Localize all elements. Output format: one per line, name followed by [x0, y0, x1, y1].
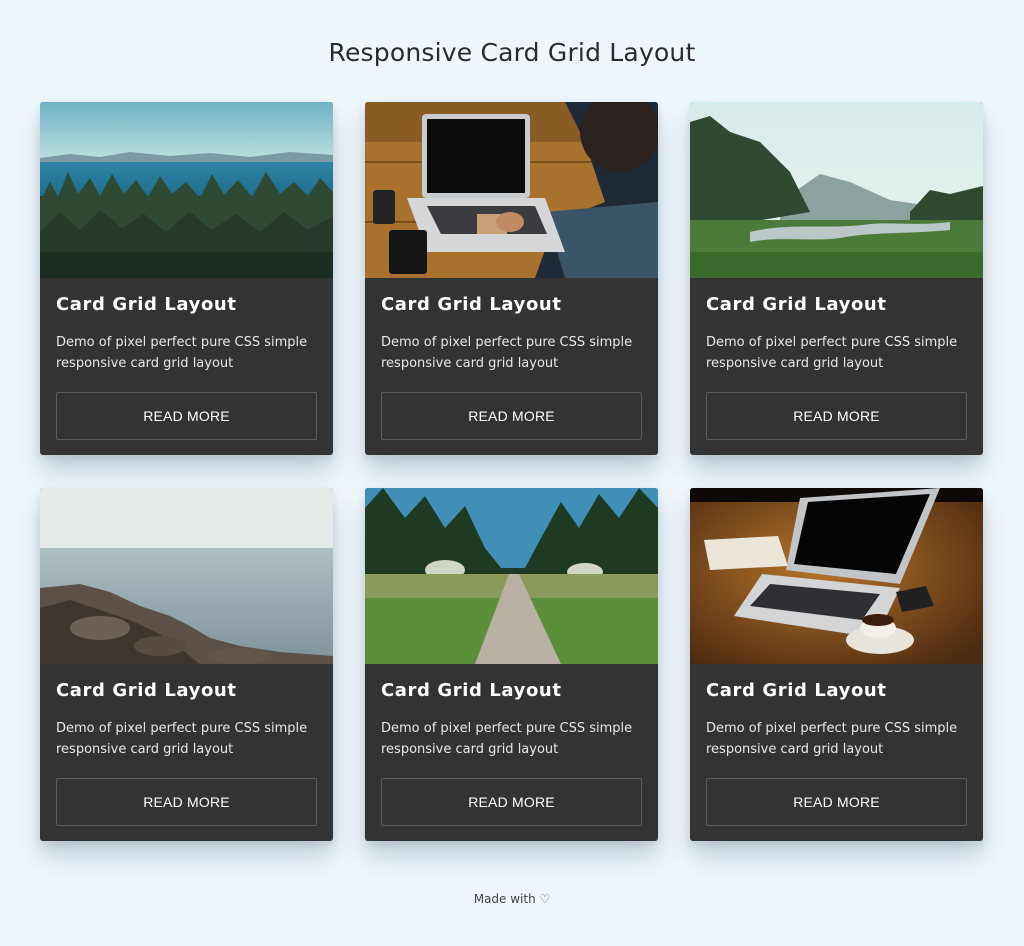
- read-more-button[interactable]: READ MORE: [706, 392, 967, 440]
- card: Card Grid Layout Demo of pixel perfect p…: [690, 488, 983, 841]
- card: Card Grid Layout Demo of pixel perfect p…: [40, 488, 333, 841]
- read-more-button[interactable]: READ MORE: [56, 392, 317, 440]
- footer-credit: Made with ♡: [473, 892, 551, 906]
- card-description: Demo of pixel perfect pure CSS simple re…: [56, 721, 308, 757]
- card: Card Grid Layout Demo of pixel perfect p…: [690, 102, 983, 455]
- card-description: Demo of pixel perfect pure CSS simple re…: [706, 335, 958, 371]
- rocky-shore-image: [40, 488, 333, 664]
- read-more-button[interactable]: READ MORE: [56, 778, 317, 826]
- card: Card Grid Layout Demo of pixel perfect p…: [365, 488, 658, 841]
- valley-river-image: [690, 102, 983, 278]
- laptop-coffee-image: [690, 488, 983, 664]
- card-description: Demo of pixel perfect pure CSS simple re…: [706, 721, 958, 757]
- card-description: Demo of pixel perfect pure CSS simple re…: [381, 335, 633, 371]
- card-title: Card Grid Layout: [381, 680, 562, 701]
- card: Card Grid Layout Demo of pixel perfect p…: [40, 102, 333, 455]
- coastal-forest-image: [40, 102, 333, 278]
- card-title: Card Grid Layout: [706, 294, 887, 315]
- card-title: Card Grid Layout: [56, 294, 237, 315]
- card-grid: Card Grid Layout Demo of pixel perfect p…: [40, 102, 983, 841]
- card-title: Card Grid Layout: [381, 294, 562, 315]
- card-title: Card Grid Layout: [706, 680, 887, 701]
- laptop-on-desk-image: [365, 102, 658, 278]
- card-title: Card Grid Layout: [56, 680, 237, 701]
- read-more-button[interactable]: READ MORE: [381, 392, 642, 440]
- card: Card Grid Layout Demo of pixel perfect p…: [365, 102, 658, 455]
- page-title: Responsive Card Grid Layout: [328, 38, 696, 67]
- card-description: Demo of pixel perfect pure CSS simple re…: [381, 721, 633, 757]
- read-more-button[interactable]: READ MORE: [381, 778, 642, 826]
- forest-path-image: [365, 488, 658, 664]
- card-description: Demo of pixel perfect pure CSS simple re…: [56, 335, 308, 371]
- read-more-button[interactable]: READ MORE: [706, 778, 967, 826]
